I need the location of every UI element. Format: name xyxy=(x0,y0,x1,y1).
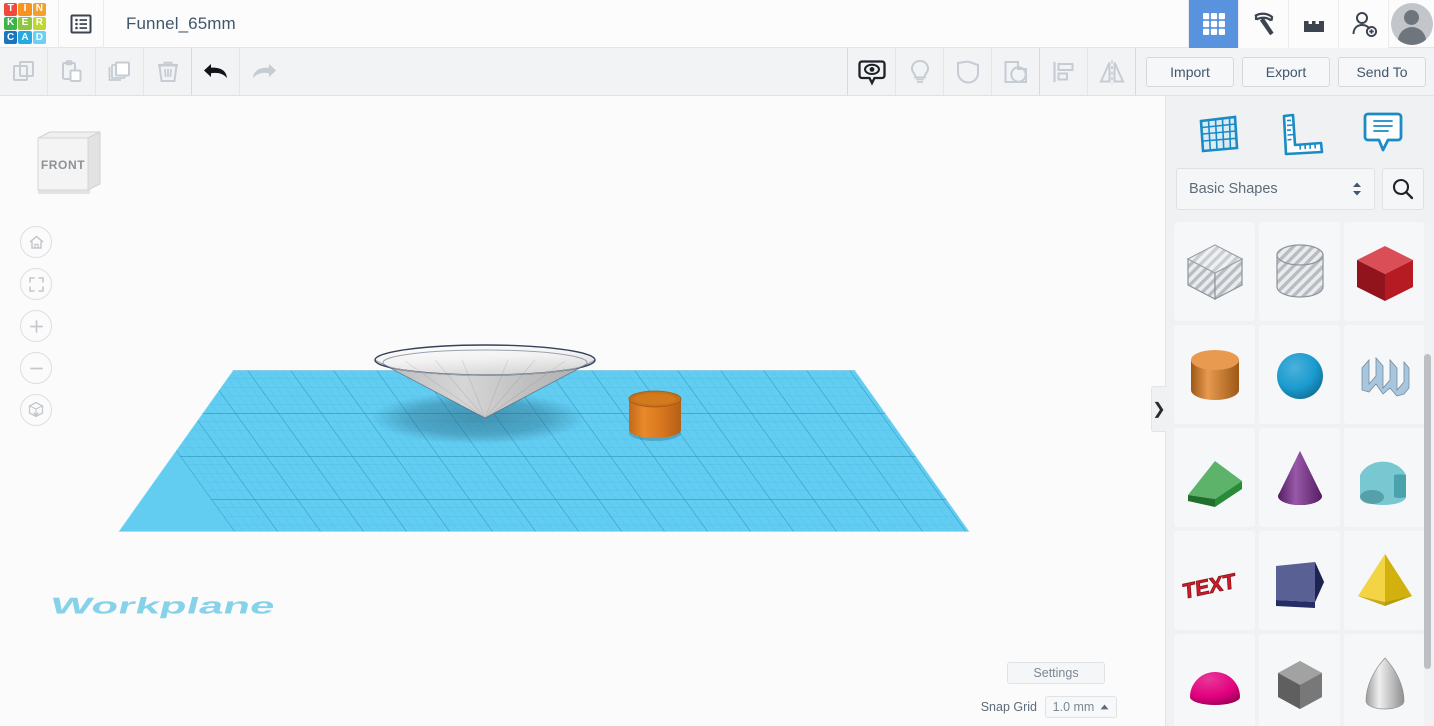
snap-grid-label: Snap Grid xyxy=(980,700,1037,714)
3d-viewport[interactable]: Workplane FRONT Settings Snap Grid 1.0 m… xyxy=(0,96,1165,726)
zoom-in-button[interactable] xyxy=(20,310,52,342)
shape-roof[interactable] xyxy=(1174,428,1255,527)
shape-polygon[interactable] xyxy=(1259,531,1340,630)
logo-tile-d-8: D xyxy=(32,31,46,45)
shape-grid-scrollbar-thumb[interactable] xyxy=(1424,354,1431,669)
ruler-icon[interactable] xyxy=(1259,102,1342,162)
align-icon[interactable] xyxy=(1040,48,1088,95)
view-cube[interactable]: FRONT xyxy=(30,122,102,200)
shape-cylinder-hole[interactable] xyxy=(1259,222,1340,321)
snap-grid-value: 1.0 mm xyxy=(1052,700,1095,714)
shapes-panel: ❯ Basic Shapes TEXT xyxy=(1151,96,1434,726)
workplane-icon[interactable] xyxy=(1176,102,1259,162)
home-view-button[interactable] xyxy=(20,226,52,258)
export-button[interactable]: Export xyxy=(1242,56,1330,87)
shape-half-sphere[interactable] xyxy=(1174,634,1255,726)
shape-text[interactable]: TEXT xyxy=(1174,531,1255,630)
search-icon[interactable] xyxy=(1382,168,1424,210)
shape-round-roof[interactable] xyxy=(1344,428,1425,527)
mirror-icon[interactable] xyxy=(1088,48,1136,95)
shape-cone[interactable] xyxy=(1259,428,1340,527)
logo-tile-k-3: K xyxy=(4,16,18,31)
gallery-grid-icon[interactable] xyxy=(1188,0,1238,48)
shape-box[interactable] xyxy=(1344,222,1425,321)
logo-tile-i-1: I xyxy=(18,2,32,16)
tinkercad-app: TINKERCAD Funnel_65mm Import Export Send… xyxy=(0,0,1434,726)
list-menu-icon[interactable] xyxy=(58,0,104,48)
shape-pyramid[interactable] xyxy=(1344,531,1425,630)
chevron-updown-icon xyxy=(1353,182,1361,196)
shape-box-hole[interactable] xyxy=(1174,222,1255,321)
document-title[interactable]: Funnel_65mm xyxy=(126,14,236,34)
panel-header-icons xyxy=(1166,96,1434,168)
workplane-settings-button[interactable]: Settings xyxy=(1007,662,1105,684)
chevron-right-icon[interactable]: ❯ xyxy=(1151,386,1166,432)
svg-text:TEXT: TEXT xyxy=(1182,569,1236,603)
perspective-toggle-button[interactable] xyxy=(20,394,52,426)
duplicate-icon[interactable] xyxy=(96,48,144,95)
shape-category-value: Basic Shapes xyxy=(1189,181,1278,197)
group-icon[interactable] xyxy=(944,48,992,95)
logo-tile-t-0: T xyxy=(4,2,18,16)
undo-arrow-icon[interactable] xyxy=(192,48,240,95)
shape-grid[interactable]: TEXT xyxy=(1166,222,1434,726)
logo-tile-c-6: C xyxy=(4,31,18,45)
delete-trash-icon[interactable] xyxy=(144,48,192,95)
orange-cylinder xyxy=(628,390,682,438)
workplane-label: Workplane xyxy=(48,593,278,618)
lightbulb-icon[interactable] xyxy=(896,48,944,95)
import-button[interactable]: Import xyxy=(1146,56,1234,87)
shape-grid-scrollbar-track[interactable] xyxy=(1424,222,1433,726)
tinkercad-logo[interactable]: TINKERCAD xyxy=(2,1,48,47)
copy-icon[interactable] xyxy=(0,48,48,95)
avatar-image xyxy=(1390,2,1433,45)
snap-grid-bar: Snap Grid 1.0 mm xyxy=(981,696,1117,718)
add-user-icon[interactable] xyxy=(1338,0,1388,48)
shape-scribble[interactable] xyxy=(1344,325,1425,424)
3d-scene[interactable]: Workplane xyxy=(0,96,1165,726)
snap-grid-select[interactable]: 1.0 mm xyxy=(1045,696,1117,718)
category-row: Basic Shapes xyxy=(1166,168,1434,222)
ungroup-icon[interactable] xyxy=(992,48,1040,95)
shape-hexagon-prism[interactable] xyxy=(1259,634,1340,726)
zoom-out-button[interactable] xyxy=(20,352,52,384)
logo-tile-a-7: A xyxy=(18,31,32,45)
logo-tile-n-2: N xyxy=(32,2,46,16)
view-cube-label: FRONT xyxy=(41,158,85,172)
pickaxe-icon[interactable] xyxy=(1238,0,1288,48)
notes-icon[interactable] xyxy=(1341,102,1424,162)
paste-icon[interactable] xyxy=(48,48,96,95)
edit-toolbar: Import Export Send To xyxy=(0,48,1434,96)
avatar[interactable] xyxy=(1388,0,1434,48)
logo-tile-e-4: E xyxy=(18,16,32,31)
topbar-right-icons xyxy=(1188,0,1434,48)
blocks-icon[interactable] xyxy=(1288,0,1338,48)
redo-arrow-icon[interactable] xyxy=(240,48,288,95)
fit-to-view-button[interactable] xyxy=(20,268,52,300)
logo-tile-r-5: R xyxy=(32,16,46,31)
visibility-eye-icon[interactable] xyxy=(848,48,896,95)
shape-sphere[interactable] xyxy=(1259,325,1340,424)
caret-up-icon xyxy=(1100,704,1109,710)
shape-cylinder[interactable] xyxy=(1174,325,1255,424)
shape-category-select[interactable]: Basic Shapes xyxy=(1176,168,1375,210)
send-to-button[interactable]: Send To xyxy=(1338,56,1426,87)
top-bar: TINKERCAD Funnel_65mm xyxy=(0,0,1434,48)
shape-paraboloid[interactable] xyxy=(1344,634,1425,726)
navigation-buttons xyxy=(20,226,52,436)
